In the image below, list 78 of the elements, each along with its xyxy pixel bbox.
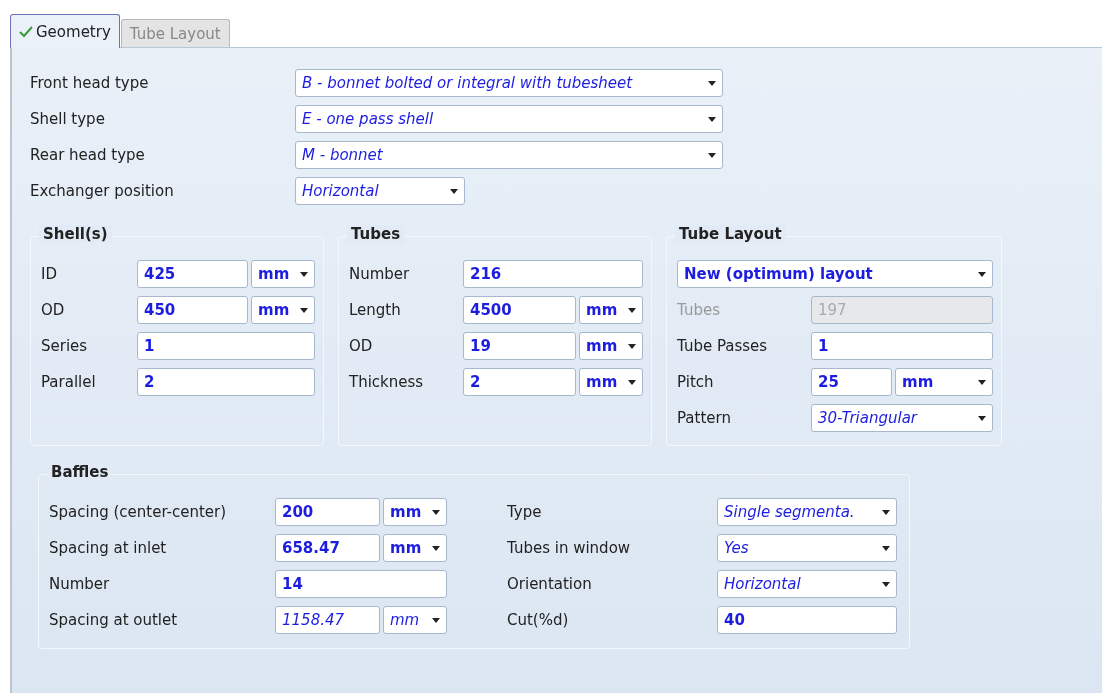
- caret-icon: [628, 379, 636, 385]
- caret-icon: [882, 581, 890, 587]
- input-field[interactable]: 25: [811, 368, 892, 396]
- field-label: Front head type: [30, 74, 150, 92]
- caret-icon: [432, 545, 440, 551]
- field-label: Length: [349, 301, 402, 319]
- unit-dropdown[interactable]: mm: [251, 260, 315, 288]
- field-label: Cut(%d): [507, 611, 570, 629]
- field-label: OD: [349, 337, 374, 355]
- field-label: Orientation: [507, 575, 593, 593]
- caret-icon: [708, 116, 716, 122]
- input-field[interactable]: 2: [463, 368, 576, 396]
- unit-dropdown[interactable]: mm: [579, 368, 643, 396]
- caret-icon: [882, 509, 890, 515]
- field-label: Tubes in window: [507, 539, 632, 557]
- field-label: Type: [507, 503, 543, 521]
- field-label: Tubes: [677, 301, 721, 319]
- unit-dropdown[interactable]: mm: [383, 498, 447, 526]
- dropdown[interactable]: Single segmenta.: [717, 498, 897, 526]
- input-field[interactable]: 14: [275, 570, 447, 598]
- input-field[interactable]: 40: [717, 606, 897, 634]
- unit-dropdown[interactable]: mm: [251, 296, 315, 324]
- input-field[interactable]: 2: [137, 368, 315, 396]
- input-field[interactable]: 19: [463, 332, 576, 360]
- dropdown[interactable]: Yes: [717, 534, 897, 562]
- field-label: Pitch: [677, 373, 715, 391]
- input-field[interactable]: 450: [137, 296, 248, 324]
- caret-icon: [708, 80, 716, 86]
- tab[interactable]: Geometry: [10, 14, 120, 48]
- field-label: Spacing at outlet: [49, 611, 179, 629]
- caret-icon: [300, 271, 308, 277]
- field-label: OD: [41, 301, 66, 319]
- unit-dropdown[interactable]: mm: [579, 332, 643, 360]
- input-field[interactable]: 658.47: [275, 534, 380, 562]
- input-field[interactable]: 1: [811, 332, 993, 360]
- unit-dropdown[interactable]: mm: [895, 368, 993, 396]
- input-field[interactable]: 4500: [463, 296, 576, 324]
- caret-icon: [978, 415, 986, 421]
- caret-icon: [978, 379, 986, 385]
- caret-icon: [432, 617, 440, 623]
- field-label: Tube Passes: [677, 337, 769, 355]
- input-field[interactable]: 216: [463, 260, 643, 288]
- input-field[interactable]: 1158.47: [275, 606, 380, 634]
- input-field[interactable]: 200: [275, 498, 380, 526]
- field-label: Series: [41, 337, 89, 355]
- caret-icon: [300, 307, 308, 313]
- caret-icon: [450, 188, 458, 194]
- dropdown[interactable]: New (optimum) layout: [677, 260, 993, 288]
- field-label: Rear head type: [30, 146, 146, 164]
- group-title: Shell(s): [39, 225, 112, 243]
- dropdown[interactable]: Horizontal: [717, 570, 897, 598]
- unit-dropdown[interactable]: mm: [579, 296, 643, 324]
- field-label: Thickness: [349, 373, 425, 391]
- field-label: Number: [349, 265, 411, 283]
- field-label: Pattern: [677, 409, 732, 427]
- dropdown[interactable]: Horizontal: [295, 177, 465, 205]
- input-field[interactable]: 425: [137, 260, 248, 288]
- dropdown[interactable]: B - bonnet bolted or integral with tubesheet: [295, 69, 723, 97]
- unit-dropdown[interactable]: mm: [383, 606, 447, 634]
- field-label: ID: [41, 265, 58, 283]
- field-label: Number: [49, 575, 111, 593]
- caret-icon: [708, 152, 716, 158]
- dropdown[interactable]: M - bonnet: [295, 141, 723, 169]
- caret-icon: [882, 545, 890, 551]
- caret-icon: [628, 307, 636, 313]
- caret-icon: [432, 509, 440, 515]
- caret-icon: [628, 343, 636, 349]
- field-label: Shell type: [30, 110, 106, 128]
- caret-icon: [978, 271, 986, 277]
- dropdown[interactable]: E - one pass shell: [295, 105, 723, 133]
- field-label: Exchanger position: [30, 182, 175, 200]
- group-title: Tube Layout: [675, 225, 786, 243]
- field-label: Spacing at inlet: [49, 539, 168, 557]
- dropdown[interactable]: 30-Triangular: [811, 404, 993, 432]
- unit-dropdown[interactable]: mm: [383, 534, 447, 562]
- field-label: Parallel: [41, 373, 97, 391]
- field-label: Spacing (center-center): [49, 503, 228, 521]
- input-field[interactable]: 1: [137, 332, 315, 360]
